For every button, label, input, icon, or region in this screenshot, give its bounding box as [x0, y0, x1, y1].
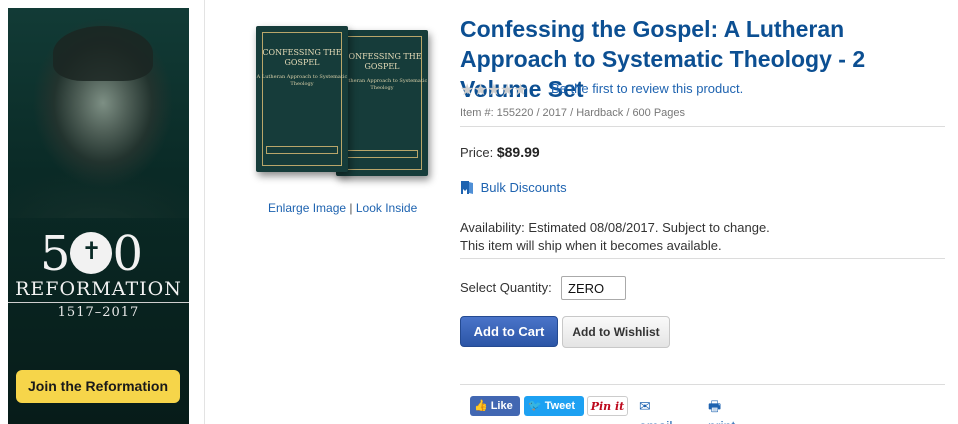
enlarge-image-link[interactable]: Enlarge Image	[268, 201, 346, 215]
quantity-label: Select Quantity:	[460, 280, 552, 295]
email-label: email	[639, 418, 672, 424]
envelope-icon: ✉	[639, 398, 651, 414]
bulk-discounts-label: Bulk Discounts	[480, 180, 567, 195]
twitter-bird-icon: 🐦	[528, 400, 542, 412]
availability-date: Availability: Estimated 08/08/2017. Subj…	[460, 220, 770, 235]
banner-title: REFORMATION	[8, 278, 189, 303]
email-share-link[interactable]: ✉ email	[639, 396, 672, 424]
portrait-shadow	[53, 26, 153, 81]
link-separator: |	[349, 201, 353, 215]
divider	[460, 126, 945, 127]
reformation-banner-ad[interactable]: 50 REFORMATION 1517–2017 Join the Reform…	[8, 8, 189, 424]
tweet-label: Tweet	[544, 400, 576, 412]
facebook-like-label: Like	[490, 400, 513, 412]
rating-stars[interactable]: ★★★★★	[460, 80, 528, 100]
price-label: Price:	[460, 145, 494, 160]
volume-plate	[346, 150, 418, 158]
bookmark-icon	[461, 181, 473, 194]
banner-500-logo: 50	[40, 226, 143, 282]
pin-it-button[interactable]: Pin it	[587, 396, 628, 416]
cover-title: CONFESSING THE GOSPEL	[262, 48, 342, 67]
facebook-like-button[interactable]: 👍 Like	[470, 396, 520, 416]
availability: Availability: Estimated 08/08/2017. Subj…	[460, 219, 770, 255]
book-volume-2: CONFESSING THE GOSPEL A Lutheran Approac…	[336, 30, 428, 176]
print-label: print	[708, 418, 735, 424]
write-review-link[interactable]: Be the first to review this product.	[551, 81, 743, 96]
join-reformation-button[interactable]: Join the Reformation	[16, 370, 180, 403]
divider	[460, 258, 945, 259]
add-to-wishlist-button[interactable]: Add to Wishlist	[562, 316, 670, 348]
image-links: Enlarge Image | Look Inside	[268, 201, 417, 215]
look-inside-link[interactable]: Look Inside	[356, 201, 417, 215]
availability-note: This item will ship when it becomes avai…	[460, 238, 722, 253]
book-volume-1: CONFESSING THE GOSPEL A Lutheran Approac…	[256, 26, 348, 172]
thumbs-up-icon: 👍	[474, 400, 488, 412]
item-meta: Item #: 155220 / 2017 / Hardback / 600 P…	[460, 107, 686, 119]
banner-years: 1517–2017	[57, 305, 140, 320]
price-value: $89.99	[496, 144, 540, 160]
printer-icon: 🖶	[708, 398, 722, 414]
column-divider	[204, 0, 205, 424]
luther-rose-icon	[69, 232, 112, 274]
cover-subtitle: A Lutheran Approach to Systematic Theolo…	[256, 74, 348, 87]
product-page: 50 REFORMATION 1517–2017 Join the Reform…	[0, 0, 958, 424]
volume-plate	[266, 146, 338, 154]
cover-title: CONFESSING THE GOSPEL	[342, 52, 422, 71]
product-image[interactable]: CONFESSING THE GOSPEL A Lutheran Approac…	[252, 20, 434, 190]
print-link[interactable]: 🖶 print	[708, 396, 735, 424]
add-to-cart-button[interactable]: Add to Cart	[460, 316, 558, 347]
quantity-input[interactable]	[561, 276, 626, 300]
luther-portrait-image	[8, 8, 189, 218]
divider	[460, 384, 945, 385]
cover-subtitle: A Lutheran Approach to Systematic Theolo…	[336, 78, 428, 91]
bulk-discounts-link[interactable]: Bulk Discounts	[460, 180, 567, 195]
tweet-button[interactable]: 🐦 Tweet	[524, 396, 584, 416]
price-row: Price: $89.99	[460, 144, 540, 160]
